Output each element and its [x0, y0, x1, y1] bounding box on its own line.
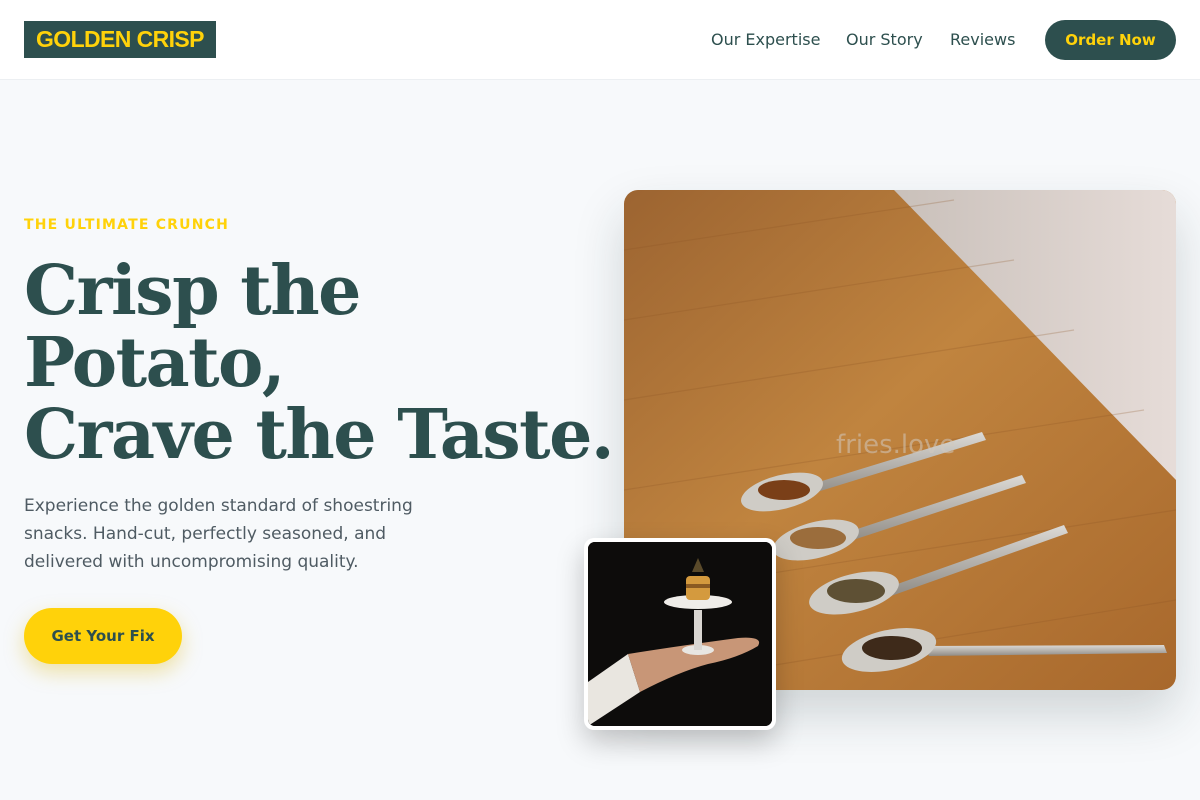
site-header: GOLDEN CRISP Our Expertise Our Story Rev… [0, 0, 1200, 80]
brand-logo[interactable]: GOLDEN CRISP [24, 21, 216, 58]
hero-secondary-image [584, 538, 776, 730]
hero-eyebrow: THE ULTIMATE CRUNCH [24, 217, 230, 233]
nav-our-expertise[interactable]: Our Expertise [711, 30, 820, 50]
hand-with-dessert-illustration [588, 542, 772, 726]
hero-headline: Crisp the Potato, Crave the Taste. [24, 251, 615, 475]
order-now-button[interactable]: Order Now [1045, 20, 1176, 60]
nav-reviews[interactable]: Reviews [950, 30, 1015, 50]
image-watermark: fries.love [836, 430, 956, 460]
hero-description: Experience the golden standard of shoest… [24, 496, 413, 572]
headline-line-3: Crave the Taste. [24, 395, 615, 475]
nav-our-story[interactable]: Our Story [846, 30, 923, 50]
headline-line-2: Potato, [24, 323, 286, 403]
headline-line-1: Crisp the [24, 251, 361, 331]
get-your-fix-button[interactable]: Get Your Fix [24, 608, 182, 664]
